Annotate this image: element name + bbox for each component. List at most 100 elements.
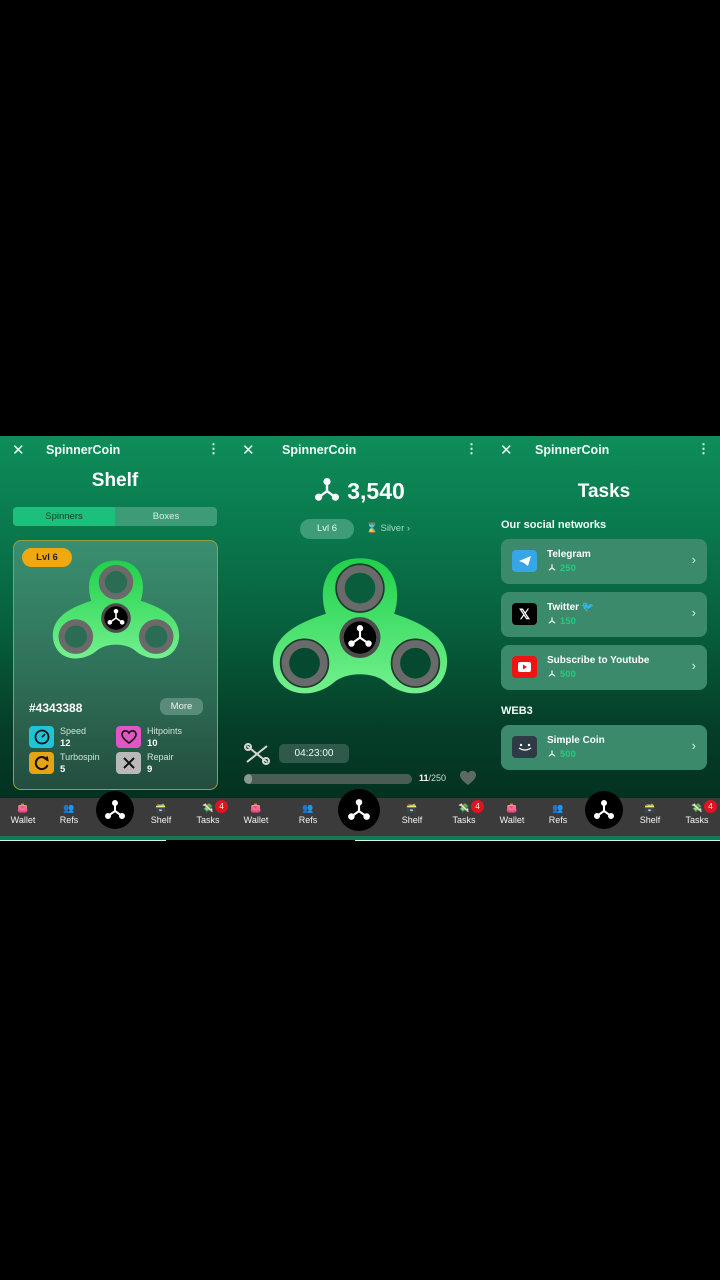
heart-icon	[460, 770, 476, 785]
telegram-icon	[512, 550, 537, 572]
x-twitter-icon: 𝕏	[512, 603, 537, 625]
shelf-icon: 🗃️	[155, 803, 167, 813]
tab-boxes[interactable]: Boxes	[115, 507, 217, 526]
nav-refs[interactable]: 👥 Refs	[536, 802, 580, 825]
task-youtube[interactable]: Subscribe to Youtube 500 ›	[501, 645, 707, 690]
heart-icon	[116, 726, 141, 748]
stat-hitpoints: Hitpoints 10	[116, 726, 206, 752]
task-name: Simple Coin	[547, 735, 605, 746]
nav-spin-button[interactable]	[338, 789, 380, 831]
stat-turbospin: Turbospin 5	[29, 752, 119, 778]
spinner-coin-icon	[594, 800, 614, 819]
stat-repair: Repair 9	[116, 752, 206, 778]
nav-label: Wallet	[243, 815, 269, 825]
shelf-screen: ✕ SpinnerCoin ⋮ Shelf Spinners Boxes Lvl…	[0, 436, 230, 836]
task-name: Subscribe to Youtube	[547, 655, 650, 666]
task-name: Twitter 🐦	[547, 602, 595, 613]
simple-coin-icon	[512, 736, 537, 758]
nav-spin-button[interactable]	[96, 791, 134, 829]
tools-icon	[116, 752, 141, 774]
wallet-icon: 👛	[250, 803, 262, 813]
refs-icon: 👥	[302, 803, 314, 813]
nav-shelf[interactable]: 🗃️ Shelf	[628, 802, 672, 825]
more-button[interactable]: More	[160, 698, 203, 715]
hitpoints-current: 11	[419, 773, 429, 783]
nav-tasks[interactable]: 💸 Tasks 4	[675, 800, 719, 825]
more-vertical-icon[interactable]: ⋮	[207, 441, 220, 457]
spinner-card[interactable]: Lvl 6 #4343388 More Speed 12 Hitpoints 1…	[13, 540, 218, 790]
nav-refs[interactable]: 👥 Refs	[286, 802, 330, 825]
nav-wallet[interactable]: 👛 Wallet	[1, 802, 45, 825]
refs-icon: 👥	[552, 803, 564, 813]
nav-label: Refs	[59, 815, 79, 825]
app-header: ✕ SpinnerCoin ⋮	[488, 436, 720, 464]
reward-value: 500	[560, 749, 576, 760]
more-vertical-icon[interactable]: ⋮	[465, 441, 478, 457]
hitpoints-max: /250	[428, 773, 447, 783]
nav-shelf[interactable]: 🗃️ Shelf	[390, 802, 434, 825]
app-title: SpinnerCoin	[282, 443, 357, 457]
refresh-icon	[29, 752, 54, 774]
close-icon[interactable]: ✕	[500, 441, 513, 459]
league-link[interactable]: ⌛ Silver ›	[366, 523, 410, 534]
nav-shelf[interactable]: 🗃️ Shelf	[139, 802, 183, 825]
close-icon[interactable]: ✕	[12, 441, 25, 459]
bottom-green-strip	[0, 836, 720, 841]
nav-label: Wallet	[499, 815, 525, 825]
nav-label: Wallet	[10, 815, 36, 825]
close-icon[interactable]: ✕	[242, 441, 255, 459]
spinner-image	[52, 560, 180, 659]
chevron-right-icon: ›	[691, 658, 696, 673]
hitpoints-progress-fill	[244, 774, 253, 784]
tab-spinners[interactable]: Spinners	[13, 507, 115, 526]
wallet-icon: 👛	[506, 803, 518, 813]
spinner-button[interactable]	[261, 554, 459, 699]
balance-value: 3,540	[347, 478, 405, 504]
nav-label: Refs	[298, 815, 318, 825]
reward-value: 500	[560, 669, 576, 680]
nav-label: Tasks	[452, 815, 476, 825]
nav-wallet[interactable]: 👛 Wallet	[234, 802, 278, 825]
reward-value: 250	[560, 563, 576, 574]
task-reward: 250	[547, 563, 576, 574]
level-pill[interactable]: Lvl 6	[300, 519, 354, 539]
shelf-icon: 🗃️	[406, 803, 418, 813]
repair-icon[interactable]	[243, 742, 271, 766]
task-reward: 500	[547, 669, 576, 680]
app-title: SpinnerCoin	[535, 443, 610, 457]
nav-label: Shelf	[639, 815, 661, 825]
spinner-coin-icon	[315, 478, 340, 501]
home-screen: ✕ SpinnerCoin ⋮ 3,540 Lvl 6 ⌛ Silver › 0…	[230, 436, 488, 836]
task-twitter[interactable]: 𝕏 Twitter 🐦 150 ›	[501, 592, 707, 637]
task-reward: 150	[547, 616, 576, 627]
nav-wallet[interactable]: 👛 Wallet	[490, 802, 534, 825]
league-name: Silver	[380, 523, 405, 534]
tasks-badge: 4	[215, 800, 228, 813]
stat-value: 10	[147, 738, 158, 749]
task-telegram[interactable]: Telegram 250 ›	[501, 539, 707, 584]
stat-value: 9	[147, 764, 153, 775]
more-vertical-icon[interactable]: ⋮	[697, 441, 710, 457]
chevron-right-icon: ›	[691, 605, 696, 620]
stat-label: Repair	[147, 752, 174, 762]
task-simple-coin[interactable]: Simple Coin 500 ›	[501, 725, 707, 770]
stat-value: 5	[60, 764, 66, 775]
stat-speed: Speed 12	[29, 726, 119, 752]
chevron-right-icon: ›	[691, 552, 696, 567]
app-title: SpinnerCoin	[46, 443, 121, 457]
nav-tasks[interactable]: 💸 Tasks 4	[186, 800, 230, 825]
tasks-screen: ✕ SpinnerCoin ⋮ Tasks Our social network…	[488, 436, 720, 836]
refs-icon: 👥	[63, 803, 75, 813]
page-title: Tasks	[577, 481, 631, 502]
page-title: Shelf	[91, 470, 139, 491]
nav-label: Shelf	[150, 815, 172, 825]
screenshot-strip: ✕ SpinnerCoin ⋮ Shelf Spinners Boxes Lvl…	[0, 436, 720, 842]
nav-tasks[interactable]: 💸 Tasks 4	[442, 800, 486, 825]
nav-refs[interactable]: 👥 Refs	[47, 802, 91, 825]
spinner-coin-icon	[105, 800, 125, 819]
section-title-web3: WEB3	[501, 705, 533, 717]
nav-spin-button[interactable]	[585, 791, 623, 829]
nav-label: Tasks	[196, 815, 220, 825]
bottom-nav: 👛 Wallet 👥 Refs 🗃️ Shelf 💸 Tasks 4	[488, 791, 720, 836]
repair-timer: 04:23:00	[279, 744, 349, 763]
